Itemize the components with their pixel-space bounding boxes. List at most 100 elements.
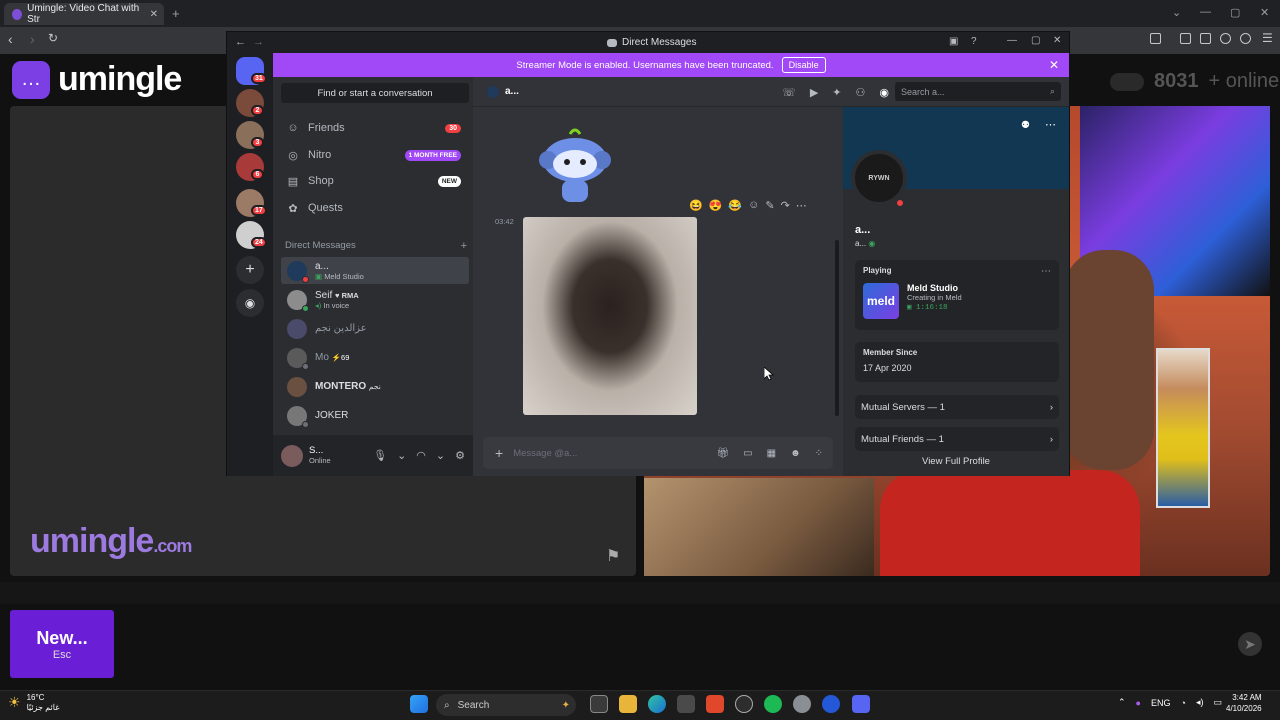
ea-app-icon[interactable] <box>822 695 840 713</box>
browser-tab[interactable]: Umingle: Video Chat with Str ✕ <box>4 3 164 25</box>
sticker-icon[interactable]: ▦ <box>767 448 776 459</box>
discord-close-icon[interactable]: ✕ <box>1053 35 1061 46</box>
weather-widget[interactable]: ☀ 16°C غائم جزئيًا <box>8 693 59 712</box>
reaction-icon[interactable]: 😂 <box>728 199 742 212</box>
emoji-icon[interactable]: ☻ <box>790 448 801 459</box>
new-tab-button[interactable]: + <box>172 6 180 21</box>
discover-icon[interactable]: ◉ <box>236 289 264 317</box>
search-input[interactable]: Search a... ⌕ <box>895 82 1061 101</box>
reaction-icon[interactable]: 😆 <box>689 199 703 212</box>
nav-shop[interactable]: ▤ Shop NEW <box>281 169 469 193</box>
chat-input[interactable] <box>120 610 1270 678</box>
microphone-icon[interactable]: 🎙︎ <box>373 449 387 462</box>
task-view-icon[interactable] <box>590 695 608 713</box>
dm-item[interactable]: Seif ♥ RMA ◂) In voice <box>281 286 469 313</box>
spotify-icon[interactable] <box>764 695 782 713</box>
nav-quests[interactable]: ✿ Quests <box>281 196 469 220</box>
chat-scrollbar[interactable] <box>835 240 839 416</box>
ai-icon[interactable] <box>1220 33 1231 44</box>
wifi-icon[interactable]: ◔ <box>1181 698 1186 708</box>
banner-close-icon[interactable]: ✕ <box>1049 58 1059 72</box>
view-full-profile-link[interactable]: View Full Profile <box>843 456 1069 467</box>
toggle-icon[interactable] <box>1110 72 1144 91</box>
dm-item[interactable]: Mo ⚡69 <box>281 344 469 371</box>
add-friends-icon[interactable]: ⚇ <box>856 86 866 99</box>
minimize-icon[interactable]: — <box>1200 6 1211 18</box>
language-indicator[interactable]: ENG <box>1151 698 1171 708</box>
discord-forward-icon[interactable]: → <box>253 36 264 48</box>
reaction-icon[interactable]: 😍 <box>709 199 723 212</box>
maximize-icon[interactable]: ▢ <box>1230 6 1240 19</box>
chevron-down-icon[interactable]: ⌄ <box>436 449 445 462</box>
menu-icon[interactable]: ☰ <box>1262 31 1273 45</box>
nav-friends[interactable]: ☺ Friends 30 <box>281 116 469 140</box>
github-icon[interactable] <box>735 695 753 713</box>
umingle-logo[interactable]: … umingle <box>12 60 182 99</box>
activity-more-icon[interactable]: ⋯ <box>1041 266 1051 277</box>
dm-item[interactable]: MONTERO نجم <box>281 373 469 400</box>
taskbar-clock[interactable]: 3:42 AM 4/10/2026 <box>1226 693 1262 715</box>
pin-icon[interactable]: ✦ <box>832 86 841 99</box>
file-explorer-icon[interactable] <box>619 695 637 713</box>
tab-close-icon[interactable]: ✕ <box>150 9 158 20</box>
gear-icon[interactable]: ⚙ <box>455 449 465 462</box>
inbox-icon[interactable]: ▣ <box>949 36 958 47</box>
edit-icon[interactable]: ✎ <box>765 199 774 212</box>
add-server-icon[interactable]: + <box>236 256 264 284</box>
edge-icon[interactable] <box>648 695 666 713</box>
avatar[interactable] <box>281 444 303 467</box>
discord-maximize-icon[interactable]: ▢ <box>1031 35 1040 46</box>
back-icon[interactable]: ‹ <box>8 31 13 47</box>
close-window-icon[interactable]: ✕ <box>1260 6 1269 19</box>
dm-item[interactable]: عزالدين نجم <box>281 315 469 342</box>
new-chat-button[interactable]: New... Esc <box>10 610 114 678</box>
taskbar-search[interactable]: ⌕ Search ✦ <box>436 694 576 716</box>
screenshot-icon[interactable] <box>1150 33 1161 44</box>
call-icon[interactable]: ☏ <box>782 86 796 99</box>
windows-start-icon[interactable] <box>410 695 428 713</box>
mutual-servers[interactable]: Mutual Servers — 1 › <box>855 395 1059 419</box>
report-flag-icon[interactable]: ⚑ <box>606 546 620 566</box>
gif-icon[interactable]: ▭ <box>743 448 752 459</box>
volume-icon[interactable]: ◂) <box>1196 697 1204 708</box>
nav-nitro[interactable]: ◎ Nitro 1 MONTH FREE <box>281 143 469 167</box>
mic-tray-icon[interactable]: ● <box>1136 698 1141 708</box>
brave-icon[interactable] <box>706 695 724 713</box>
discord-back-icon[interactable]: ← <box>235 36 246 48</box>
headphones-icon[interactable]: ◠ <box>416 449 426 462</box>
user-profile-icon[interactable]: ◉ <box>879 86 889 99</box>
discord-minimize-icon[interactable]: — <box>1007 35 1017 46</box>
forward-icon[interactable]: › <box>30 31 35 47</box>
message-input[interactable]: + Message @a... 🎁︎ ▭ ▦ ☻ ⁘ <box>483 437 833 469</box>
chimp-gif[interactable] <box>523 217 697 415</box>
video-call-icon[interactable]: ▶ <box>810 86 818 99</box>
create-dm-icon[interactable]: + <box>461 240 467 252</box>
find-conversation-button[interactable]: Find or start a conversation <box>281 83 469 103</box>
store-icon[interactable] <box>677 695 695 713</box>
profile-more-icon[interactable]: ⋯ <box>1045 118 1056 131</box>
disable-button[interactable]: Disable <box>781 57 826 73</box>
sidebar-icon[interactable] <box>1180 33 1191 44</box>
send-icon[interactable]: ➤ <box>1238 632 1262 656</box>
wumpus-sticker[interactable] <box>534 122 616 210</box>
add-reaction-icon[interactable]: ☺ <box>748 199 759 212</box>
battery-icon[interactable]: ▭ <box>1213 697 1222 708</box>
chevron-down-icon[interactable]: ⌄ <box>397 449 406 462</box>
attach-plus-icon[interactable]: + <box>495 445 503 461</box>
dm-item[interactable]: JOKER <box>281 402 469 429</box>
discord-taskbar-icon[interactable] <box>852 695 870 713</box>
dm-item[interactable]: a... ▣ Meld Studio <box>281 257 469 284</box>
apps-icon[interactable]: ⁘ <box>815 448 823 459</box>
forward-icon[interactable]: ↷ <box>781 199 790 212</box>
wallet-icon[interactable] <box>1200 33 1211 44</box>
settings-app-icon[interactable] <box>793 695 811 713</box>
mutual-friends[interactable]: Mutual Friends — 1 › <box>855 427 1059 451</box>
shield-icon[interactable] <box>1240 33 1251 44</box>
reload-icon[interactable]: ↻ <box>48 31 58 45</box>
gift-icon[interactable]: 🎁︎ <box>716 448 729 459</box>
tab-search-chevron-icon[interactable]: ⌄ <box>1172 6 1181 19</box>
help-icon[interactable]: ? <box>971 36 977 47</box>
tray-chevron-icon[interactable]: ⌃ <box>1118 697 1126 708</box>
more-icon[interactable]: ⋯ <box>796 199 807 212</box>
add-friend-icon[interactable]: ⚉ <box>1021 120 1030 131</box>
